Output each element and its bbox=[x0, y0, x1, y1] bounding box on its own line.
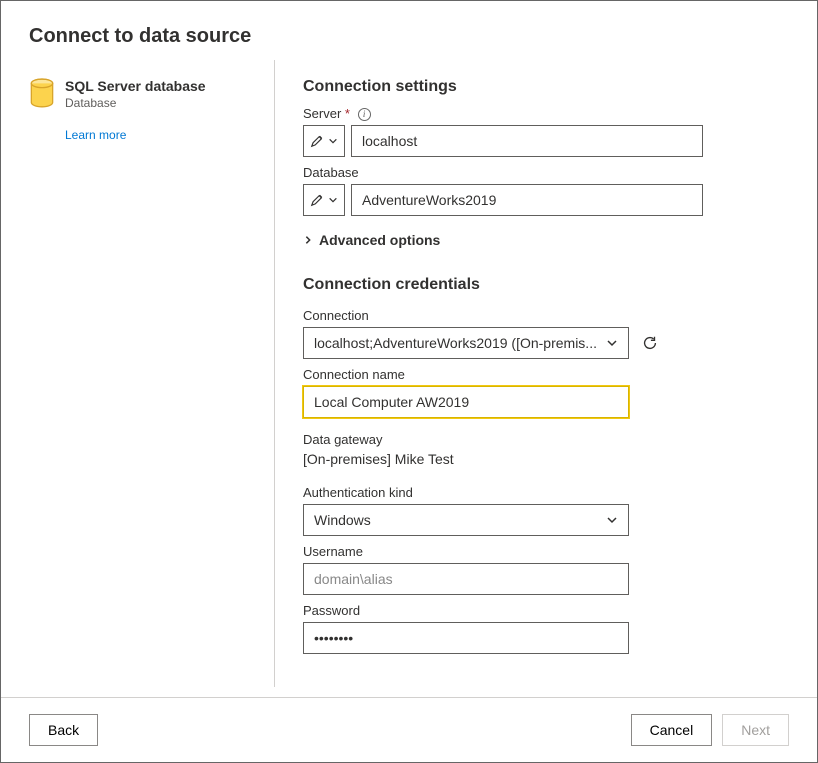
next-button: Next bbox=[722, 714, 789, 746]
server-mode-button[interactable] bbox=[303, 125, 345, 157]
username-label: Username bbox=[303, 544, 789, 559]
refresh-icon[interactable] bbox=[641, 334, 659, 352]
chevron-right-icon bbox=[303, 234, 313, 246]
auth-label: Authentication kind bbox=[303, 485, 789, 500]
connection-select[interactable]: localhost;AdventureWorks2019 ([On-premis… bbox=[303, 327, 629, 359]
username-input[interactable] bbox=[303, 563, 629, 595]
password-input[interactable] bbox=[303, 622, 629, 654]
gateway-label: Data gateway bbox=[303, 432, 789, 447]
connection-name-label: Connection name bbox=[303, 367, 789, 382]
chevron-down-icon bbox=[328, 195, 338, 205]
password-label: Password bbox=[303, 603, 789, 618]
pencil-icon bbox=[310, 134, 324, 148]
chevron-down-icon bbox=[606, 337, 618, 349]
sidebar: SQL Server database Database Learn more bbox=[29, 60, 275, 687]
chevron-down-icon bbox=[328, 136, 338, 146]
connection-name-input[interactable] bbox=[303, 386, 629, 418]
credentials-title: Connection credentials bbox=[303, 276, 789, 294]
auth-select[interactable]: Windows bbox=[303, 504, 629, 536]
server-input[interactable] bbox=[351, 125, 703, 157]
database-icon bbox=[29, 78, 55, 110]
gateway-value: [On-premises] Mike Test bbox=[303, 451, 789, 467]
settings-title: Connection settings bbox=[303, 78, 789, 96]
back-button[interactable]: Back bbox=[29, 714, 98, 746]
pencil-icon bbox=[310, 193, 324, 207]
database-mode-button[interactable] bbox=[303, 184, 345, 216]
chevron-down-icon bbox=[606, 514, 618, 526]
datasource-name: SQL Server database bbox=[65, 78, 206, 94]
learn-more-link[interactable]: Learn more bbox=[65, 128, 254, 142]
page-title: Connect to data source bbox=[29, 25, 789, 48]
server-label: Server * i bbox=[303, 106, 789, 121]
info-icon[interactable]: i bbox=[358, 108, 371, 121]
advanced-options-toggle[interactable]: Advanced options bbox=[303, 232, 789, 248]
datasource-type: Database bbox=[65, 96, 206, 110]
database-label: Database bbox=[303, 165, 789, 180]
database-input[interactable] bbox=[351, 184, 703, 216]
connection-label: Connection bbox=[303, 308, 789, 323]
cancel-button[interactable]: Cancel bbox=[631, 714, 713, 746]
